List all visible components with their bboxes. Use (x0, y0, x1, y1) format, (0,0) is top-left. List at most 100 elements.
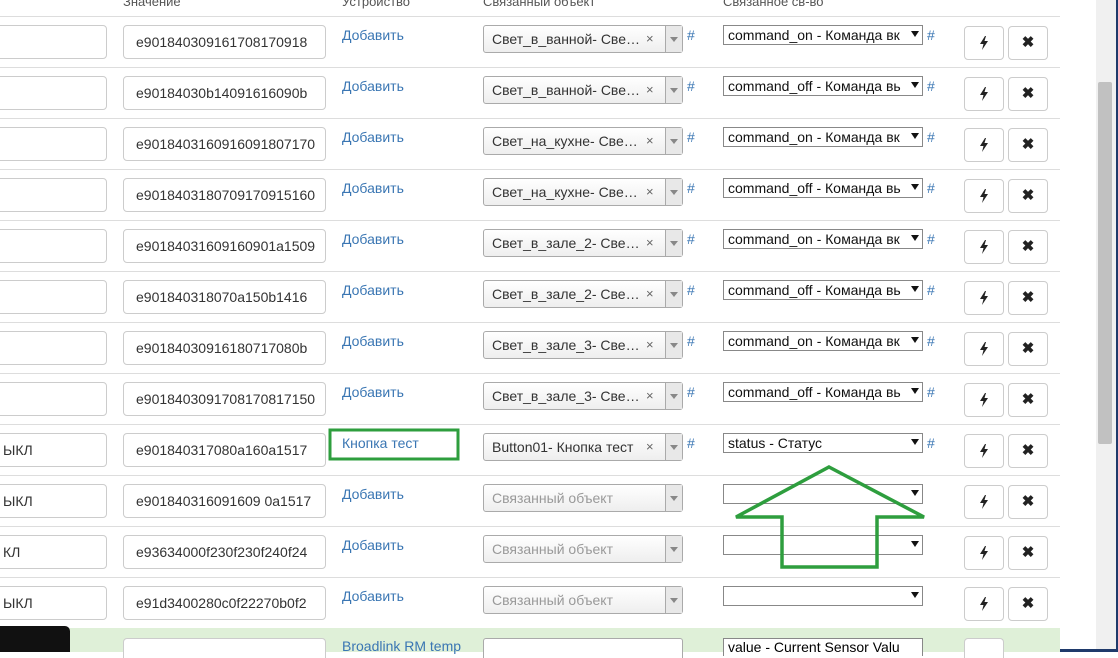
name-input[interactable] (0, 178, 107, 212)
property-select[interactable] (723, 586, 923, 606)
clear-icon[interactable]: × (646, 337, 654, 352)
property-select[interactable]: command_off - Команда вь (723, 382, 923, 402)
run-button[interactable] (964, 587, 1004, 621)
value-input[interactable]: e9018403160916091807170 (123, 127, 326, 161)
chevron-down-icon[interactable] (665, 26, 682, 52)
property-hash-link[interactable]: # (927, 384, 935, 400)
run-button-partial[interactable] (964, 638, 1004, 658)
linked-object-select[interactable]: Свет_на_кухне- Све… × (483, 178, 683, 206)
clear-icon[interactable]: × (646, 388, 654, 403)
chevron-down-icon[interactable] (665, 179, 682, 205)
clear-icon[interactable]: × (646, 133, 654, 148)
delete-button[interactable]: ✖ (1008, 536, 1048, 570)
property-hash-link[interactable]: # (927, 78, 935, 94)
linked-object-select[interactable]: Свет_в_ванной- Све… × (483, 25, 683, 53)
linked-object-select[interactable]: Свет_на_кухне- Све… × (483, 127, 683, 155)
add-device-link[interactable]: Добавить (342, 231, 404, 247)
property-select[interactable] (723, 484, 923, 504)
clear-icon[interactable]: × (646, 184, 654, 199)
property-select[interactable] (723, 535, 923, 555)
chevron-down-icon[interactable] (665, 77, 682, 103)
delete-button[interactable]: ✖ (1008, 383, 1048, 417)
linked-object-select[interactable]: Связанный объект (483, 535, 683, 563)
value-input[interactable]: e901840309161708170918 (123, 25, 326, 59)
add-device-link[interactable]: Добавить (342, 180, 404, 196)
linked-object-select[interactable]: Свет_в_зале_3- Све… × (483, 331, 683, 359)
value-input[interactable]: e90184031609160901a1509 (123, 229, 326, 263)
property-hash-link[interactable]: # (927, 333, 935, 349)
add-device-link[interactable]: Добавить (342, 537, 404, 553)
linked-object-hash-link[interactable]: # (687, 78, 695, 94)
add-device-link[interactable]: Добавить (342, 78, 404, 94)
property-hash-link[interactable]: # (927, 27, 935, 43)
linked-object-select[interactable]: Свет_в_ванной- Све… × (483, 76, 683, 104)
property-hash-link[interactable]: # (927, 435, 935, 451)
value-input[interactable]: e93634000f230f230f240f24 (123, 535, 326, 569)
device-link[interactable]: Кнопка тест (342, 435, 419, 451)
run-button[interactable] (964, 77, 1004, 111)
value-input[interactable]: e90184030916180717080b (123, 331, 326, 365)
delete-button[interactable]: ✖ (1008, 332, 1048, 366)
property-select[interactable]: command_off - Команда вь (723, 178, 923, 198)
linked-object-select[interactable]: Свет_в_зале_2- Све… × (483, 280, 683, 308)
chevron-down-icon[interactable] (665, 128, 682, 154)
delete-button[interactable]: ✖ (1008, 281, 1048, 315)
linked-object-hash-link[interactable]: # (687, 384, 695, 400)
property-hash-link[interactable]: # (927, 180, 935, 196)
linked-object-select[interactable]: Свет_в_зале_2- Све… × (483, 229, 683, 257)
chevron-down-icon[interactable] (665, 485, 682, 511)
name-input[interactable] (0, 280, 107, 314)
run-button[interactable] (964, 281, 1004, 315)
chevron-down-icon[interactable] (665, 536, 682, 562)
delete-button[interactable]: ✖ (1008, 179, 1048, 213)
value-input[interactable]: e901840318070a150b1416 (123, 280, 326, 314)
name-input[interactable] (0, 25, 107, 59)
value-input-partial[interactable] (123, 638, 326, 658)
name-input[interactable] (0, 382, 107, 416)
run-button[interactable] (964, 536, 1004, 570)
run-button[interactable] (964, 230, 1004, 264)
delete-button[interactable]: ✖ (1008, 434, 1048, 468)
run-button[interactable] (964, 179, 1004, 213)
value-input[interactable]: e901840316091609 0a1517 (123, 484, 326, 518)
value-input[interactable]: e91d3400280c0f22270b0f2 (123, 586, 326, 620)
run-button[interactable] (964, 434, 1004, 468)
linked-object-select-partial[interactable] (483, 638, 683, 658)
chevron-down-icon[interactable] (665, 434, 682, 460)
run-button[interactable] (964, 128, 1004, 162)
run-button[interactable] (964, 485, 1004, 519)
clear-icon[interactable]: × (646, 439, 654, 454)
linked-object-hash-link[interactable]: # (687, 180, 695, 196)
chevron-down-icon[interactable] (665, 587, 682, 613)
add-device-link[interactable]: Добавить (342, 486, 404, 502)
linked-object-hash-link[interactable]: # (687, 435, 695, 451)
run-button[interactable] (964, 26, 1004, 60)
name-input[interactable]: ЫКЛ (0, 433, 107, 467)
property-select[interactable]: command_off - Команда вь (723, 280, 923, 300)
chevron-down-icon[interactable] (665, 332, 682, 358)
property-select[interactable]: command_off - Команда вь (723, 76, 923, 96)
run-button[interactable] (964, 383, 1004, 417)
chevron-down-icon[interactable] (665, 383, 682, 409)
property-select[interactable]: command_on - Команда вк (723, 127, 923, 147)
add-device-link[interactable]: Добавить (342, 282, 404, 298)
delete-button[interactable]: ✖ (1008, 230, 1048, 264)
property-select[interactable]: command_on - Команда вк (723, 25, 923, 45)
delete-button[interactable]: ✖ (1008, 587, 1048, 621)
add-device-link[interactable]: Добавить (342, 384, 404, 400)
delete-button[interactable]: ✖ (1008, 128, 1048, 162)
scrollbar-thumb[interactable] (1098, 82, 1112, 444)
value-input[interactable]: e90184030b14091616090b (123, 76, 326, 110)
add-device-link[interactable]: Добавить (342, 333, 404, 349)
linked-object-hash-link[interactable]: # (687, 231, 695, 247)
value-input[interactable]: e9018403180709170915160 (123, 178, 326, 212)
chevron-down-icon[interactable] (665, 230, 682, 256)
linked-object-select[interactable]: Связанный объект (483, 586, 683, 614)
property-hash-link[interactable]: # (927, 282, 935, 298)
linked-object-select[interactable]: Связанный объект (483, 484, 683, 512)
name-input[interactable]: ЫКЛ (0, 586, 107, 620)
name-input[interactable] (0, 229, 107, 263)
clear-icon[interactable]: × (646, 31, 654, 46)
name-input[interactable]: КЛ (0, 535, 107, 569)
property-hash-link[interactable]: # (927, 129, 935, 145)
